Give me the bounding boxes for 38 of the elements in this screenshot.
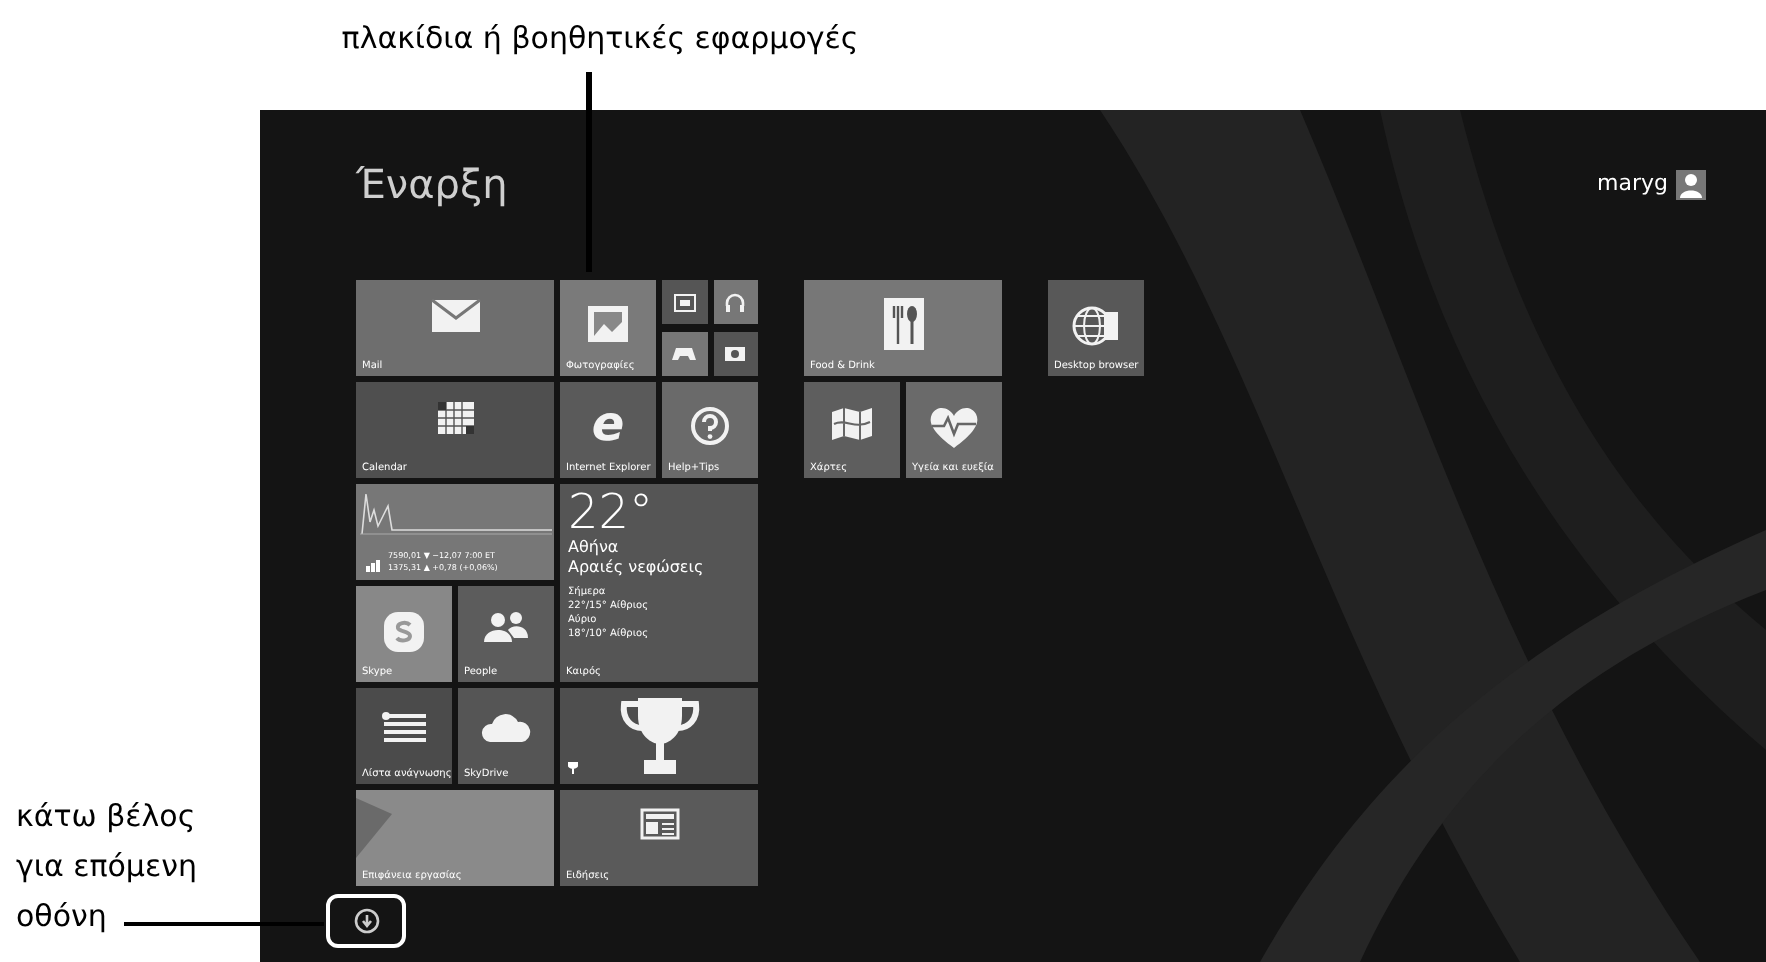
globe-icon: [1072, 304, 1120, 348]
down-arrow-button[interactable]: [326, 894, 406, 948]
list-icon: [380, 712, 428, 744]
browser-logo-letter: e: [591, 398, 625, 450]
picture-icon: [586, 304, 630, 344]
chart-bars-icon: [366, 560, 380, 572]
callout-label: κάτω βέλος: [16, 796, 196, 838]
condition-text: Αραιές νεφώσεις: [568, 558, 706, 578]
people-icon: [482, 610, 530, 642]
user-name[interactable]: maryg: [1597, 168, 1668, 201]
start-title: Έναρξη: [356, 158, 508, 212]
map-icon: [830, 406, 874, 442]
heart-pulse-icon: [928, 406, 980, 450]
temperature-text: 22°: [568, 486, 656, 538]
fork-and-spoon-icon: [883, 298, 923, 350]
callout-label: οθόνη: [16, 896, 107, 938]
wallpaper-drawing: [356, 798, 392, 858]
city-text: Αθήνα: [568, 538, 621, 558]
video-icon: [673, 293, 696, 311]
small-tile[interactable]: [662, 331, 707, 375]
camera-icon: [724, 344, 747, 362]
calendar-icon: [435, 400, 475, 436]
trophy-icon: [568, 762, 578, 774]
callout-label: για επόμενη: [16, 846, 197, 888]
user-avatar-icon[interactable]: [1676, 169, 1706, 200]
headphones-icon: [724, 291, 747, 313]
newspaper-icon: [639, 808, 679, 840]
question-icon: [690, 406, 730, 446]
app-tile[interactable]: [560, 688, 758, 784]
mail-icon: [429, 298, 481, 334]
gamepad-icon: [672, 345, 697, 361]
trophy-icon: [615, 696, 703, 776]
small-tile[interactable]: [713, 331, 758, 375]
small-tile[interactable]: [713, 280, 758, 324]
callout-label: πλακίδια ή βοηθητικές εφαρμογές: [339, 18, 861, 60]
small-tile[interactable]: [662, 280, 707, 324]
skype-icon: [382, 610, 426, 654]
cloud-icon: [480, 712, 532, 744]
